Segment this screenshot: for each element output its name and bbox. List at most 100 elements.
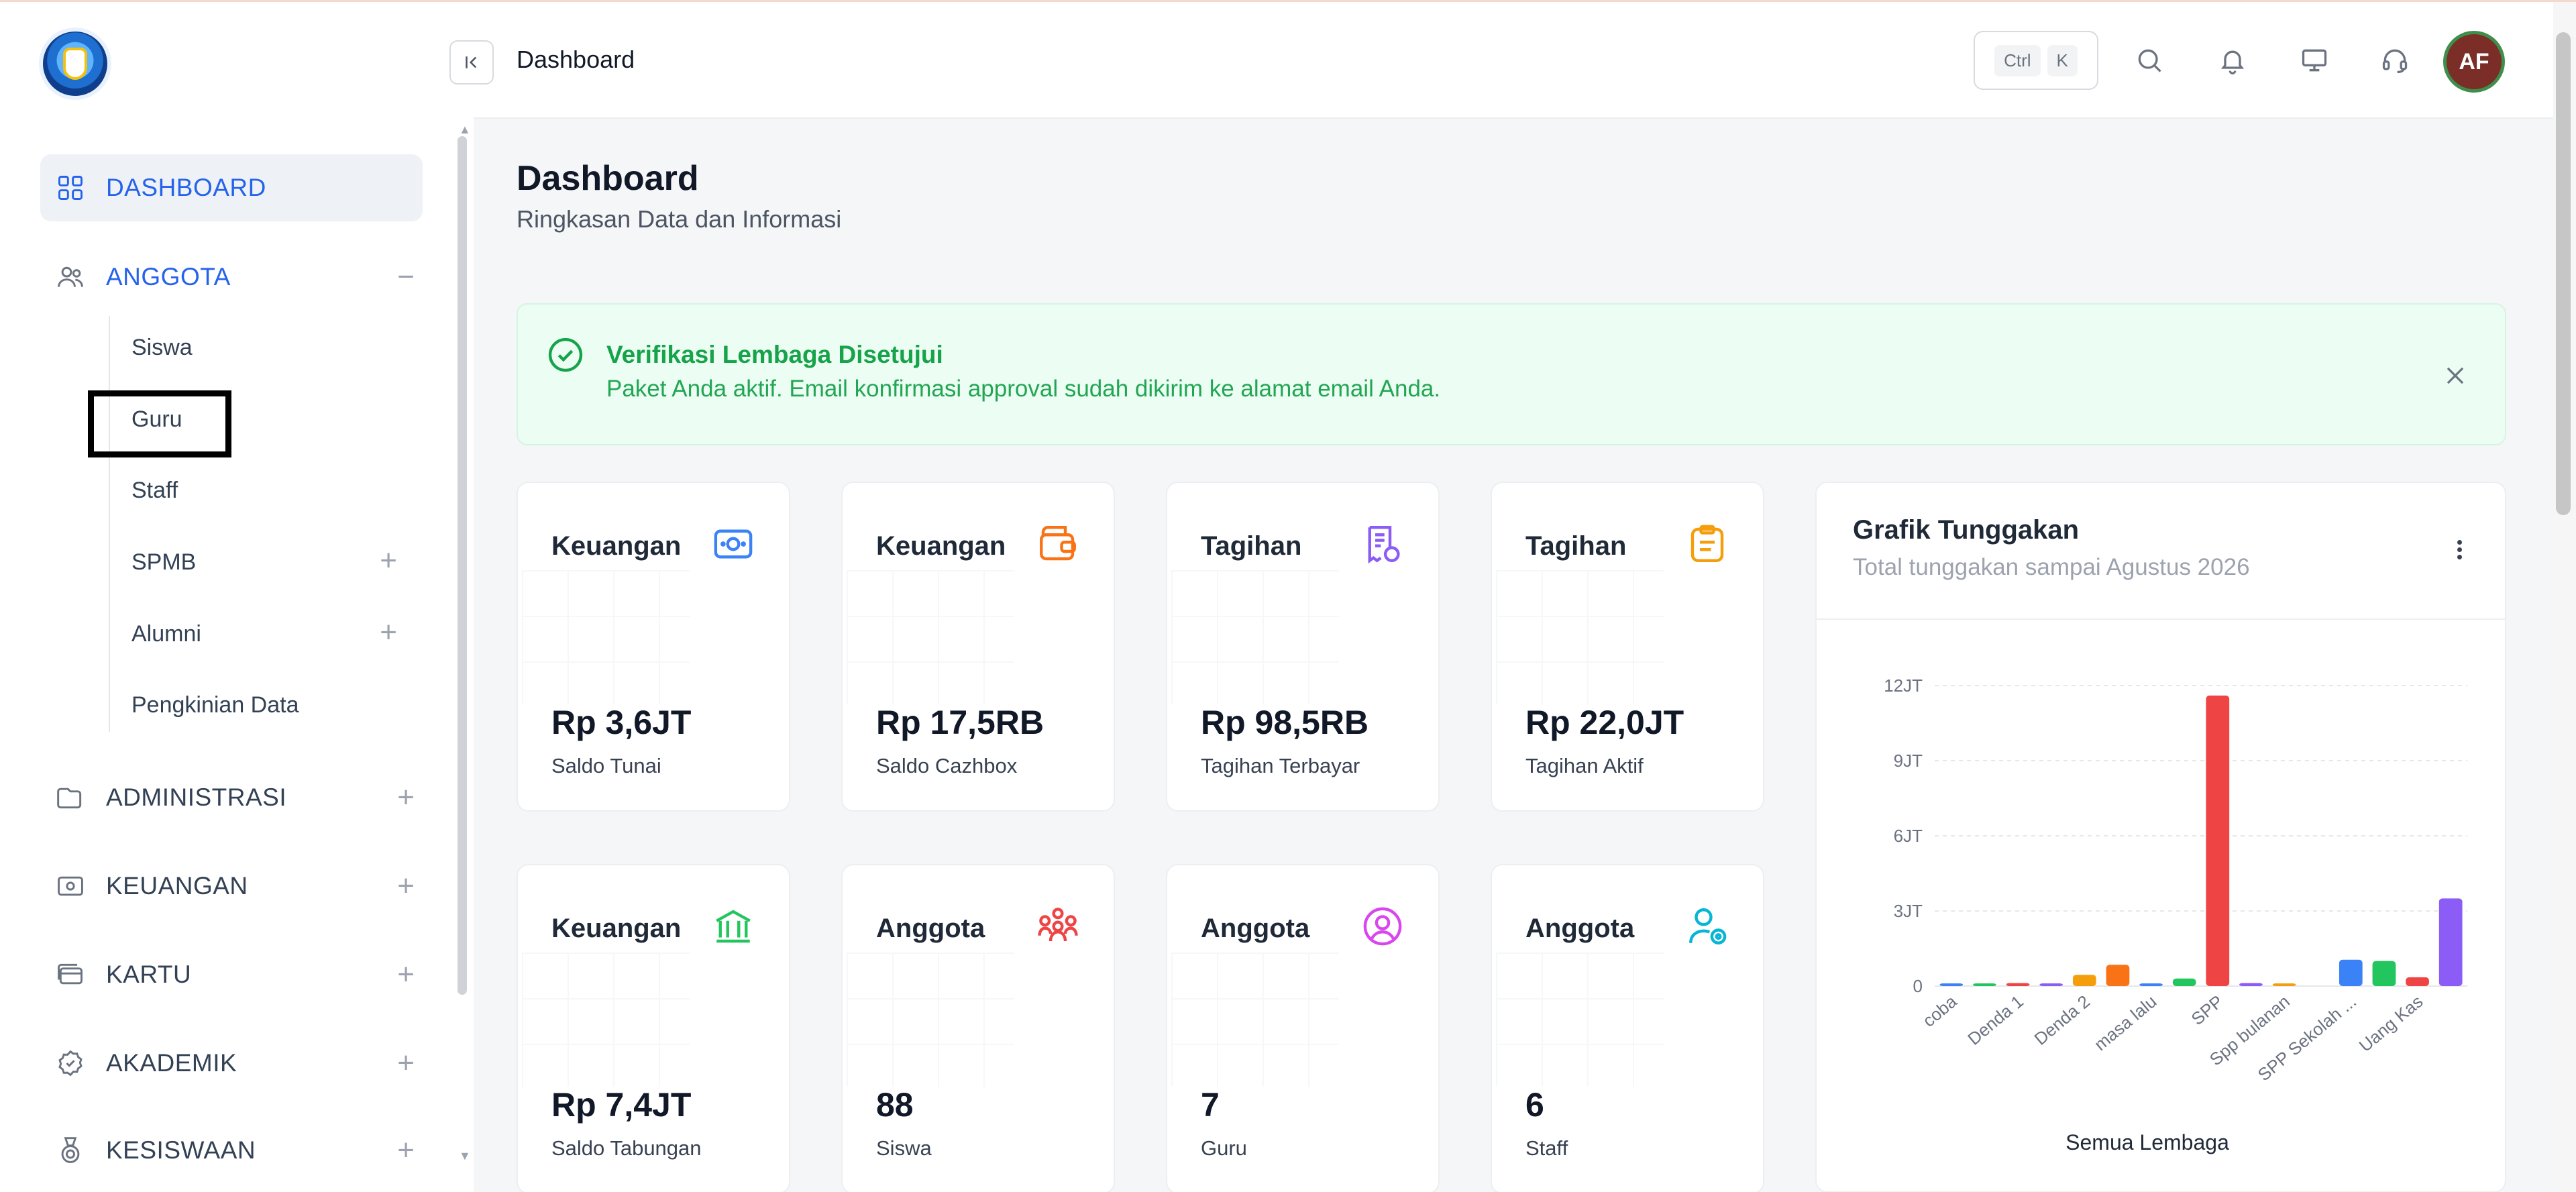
app-logo[interactable] <box>39 28 111 100</box>
card-title: Anggota <box>1201 914 1310 943</box>
x-tick-label: Denda 2 <box>2031 991 2094 1049</box>
sidebar-item-akademik[interactable]: AKADEMIK + <box>40 1030 423 1097</box>
chart-bar <box>2406 977 2429 986</box>
card-grid-decoration <box>1171 570 1339 704</box>
scroll-down-arrow-icon[interactable]: ▼ <box>459 1149 471 1163</box>
sidebar: DASHBOARD ANGGOTA − Siswa Guru Staff SPM… <box>0 2 474 1192</box>
chart-bar <box>2239 983 2263 986</box>
y-tick-label: 9JT <box>1894 751 1923 771</box>
stat-card-guru[interactable]: Anggota 7 Guru <box>1166 864 1440 1192</box>
sidebar-item-anggota[interactable]: ANGGOTA − <box>40 243 423 311</box>
support-button[interactable] <box>2376 42 2414 79</box>
submenu-guide-line <box>109 316 110 732</box>
chart-bar <box>2139 983 2163 986</box>
highlight-box <box>88 390 231 457</box>
y-tick-label: 0 <box>1913 976 1923 996</box>
expand-toggle-icon[interactable]: + <box>380 618 397 647</box>
stat-card-tagihan-terbayar[interactable]: Tagihan Rp 98,5RB Tagihan Terbayar <box>1166 482 1440 812</box>
expand-toggle-icon[interactable]: + <box>380 546 397 576</box>
display-button[interactable] <box>2296 42 2333 79</box>
card-label: Guru <box>1201 1136 1247 1160</box>
page-subtitle: Ringkasan Data dan Informasi <box>517 205 842 233</box>
card-label: Tagihan Terbayar <box>1201 754 1360 777</box>
close-alert-button[interactable] <box>2439 360 2471 392</box>
card-value: 6 <box>1525 1086 1544 1124</box>
card-value: Rp 98,5RB <box>1201 704 1369 741</box>
sidebar-item-kesiswaan[interactable]: KESISWAAN + <box>40 1117 423 1184</box>
alert-message: Paket Anda aktif. Email konfirmasi appro… <box>606 376 1441 402</box>
chart-bar <box>2372 961 2396 986</box>
card-label: Staff <box>1525 1136 1568 1160</box>
expand-toggle-icon[interactable]: + <box>397 871 415 901</box>
subitem-label: Alumni <box>131 620 201 647</box>
card-label: Saldo Tunai <box>551 754 661 777</box>
command-palette-shortcut[interactable]: Ctrl K <box>1974 31 2098 90</box>
search-button[interactable] <box>2131 42 2168 79</box>
sidebar-subitem-pengkinian-data[interactable]: Pengkinian Data <box>131 678 427 732</box>
chart-bar <box>2106 965 2130 986</box>
sidebar-subitem-siswa[interactable]: Siswa <box>131 321 427 374</box>
clipboard-icon <box>1684 521 1731 567</box>
stat-card-staff[interactable]: Anggota 6 Staff <box>1491 864 1764 1192</box>
stat-card-siswa[interactable]: Anggota 88 Siswa <box>841 864 1115 1192</box>
subitem-label: Staff <box>131 477 178 503</box>
user-avatar[interactable]: AF <box>2443 31 2505 93</box>
badge-icon <box>55 1048 86 1079</box>
card-label: Saldo Cazhbox <box>876 754 1018 777</box>
sidebar-item-label: KESISWAAN <box>106 1136 256 1164</box>
card-icon <box>55 959 86 990</box>
scroll-up-arrow-icon[interactable]: ▲ <box>459 123 471 137</box>
grid-icon <box>55 172 86 203</box>
card-grid-decoration <box>847 570 1014 704</box>
success-alert: Verifikasi Lembaga Disetujui Paket Anda … <box>517 303 2506 445</box>
y-tick-label: 6JT <box>1894 826 1923 846</box>
card-grid-decoration <box>1171 953 1339 1087</box>
sidebar-scrollbar[interactable] <box>458 136 467 995</box>
stat-card-saldo-tabungan[interactable]: Keuangan Rp 7,4JT Saldo Tabungan <box>517 864 790 1192</box>
card-value: Rp 7,4JT <box>551 1086 692 1124</box>
monitor-icon <box>2302 49 2327 72</box>
sidebar-subitem-staff[interactable]: Staff <box>131 464 427 517</box>
alert-title: Verifikasi Lembaga Disetujui <box>606 341 943 368</box>
page-title: Dashboard <box>517 159 699 198</box>
card-grid-decoration <box>1496 953 1664 1087</box>
card-title: Keuangan <box>551 531 682 561</box>
card-title: Keuangan <box>551 914 682 943</box>
bar-chart: 0 3JT 6JT 9JT 12JT coba Denda 1 Denda 2masa lal… <box>1884 675 2467 1154</box>
cash-icon <box>710 521 757 567</box>
chart-bar <box>1939 983 1964 986</box>
stat-card-tagihan-aktif[interactable]: Tagihan Rp 22,0JT Tagihan Aktif <box>1491 482 1764 812</box>
more-options-icon[interactable] <box>2453 538 2466 565</box>
page-scrollbar[interactable] <box>2556 32 2571 515</box>
expand-toggle-icon[interactable]: + <box>397 960 415 989</box>
expand-toggle-icon[interactable]: + <box>397 1136 415 1165</box>
collapse-sidebar-button[interactable] <box>449 40 494 85</box>
chart-title: Grafik Tunggakan <box>1853 515 2080 545</box>
sidebar-item-administrasi[interactable]: ADMINISTRASI + <box>40 764 423 831</box>
sidebar-subitem-spmb[interactable]: SPMB + <box>131 535 427 589</box>
expand-toggle-icon[interactable]: + <box>397 1048 415 1078</box>
kbd-k: K <box>2047 44 2078 76</box>
chart-subtitle: Total tunggakan sampai Agustus 2026 <box>1853 554 2250 580</box>
card-title: Anggota <box>1525 914 1635 943</box>
chart-bar <box>2272 983 2296 986</box>
close-icon <box>2447 367 2464 384</box>
subitem-label: Siswa <box>131 334 193 360</box>
sidebar-item-dashboard[interactable]: DASHBOARD <box>40 154 423 221</box>
chart-bar <box>2039 983 2063 986</box>
sidebar-item-keuangan[interactable]: KEUANGAN + <box>40 853 423 920</box>
collapse-toggle-icon[interactable]: − <box>397 262 415 292</box>
subitem-label: SPMB <box>131 549 197 575</box>
sidebar-subitem-alumni[interactable]: Alumni + <box>131 607 427 661</box>
card-value: Rp 17,5RB <box>876 704 1044 741</box>
stat-card-saldo-tunai[interactable]: Keuangan Rp 3,6JT Saldo Tunai <box>517 482 790 812</box>
expand-toggle-icon[interactable]: + <box>397 783 415 812</box>
stat-card-saldo-cazhbox[interactable]: Keuangan Rp 17,5RB Saldo Cazhbox <box>841 482 1115 812</box>
chart-bar <box>1973 983 1996 986</box>
x-tick-label: Uang Kas <box>2355 991 2427 1056</box>
notifications-button[interactable] <box>2214 42 2251 79</box>
sidebar-item-kartu[interactable]: KARTU + <box>40 941 423 1008</box>
card-title: Keuangan <box>876 531 1006 561</box>
chart-bar <box>2339 959 2363 986</box>
folder-icon <box>55 782 86 813</box>
